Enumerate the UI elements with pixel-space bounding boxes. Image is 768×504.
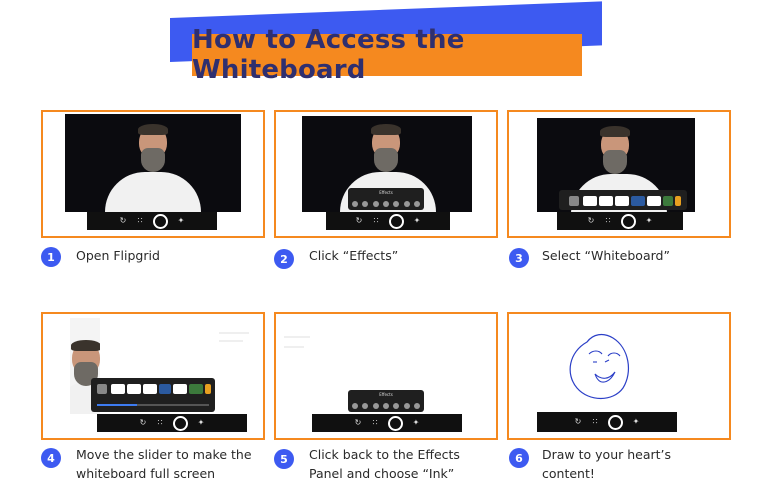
step-1-screenshot: ↻ ∷ ✦ — [41, 110, 265, 238]
record-icon[interactable] — [173, 415, 188, 431]
video-preview — [65, 114, 241, 212]
step-3-number: 3 — [509, 248, 529, 268]
effects-wand-icon[interactable]: ✦ — [645, 217, 653, 225]
grid-icon[interactable]: ∷ — [372, 217, 380, 225]
record-icon[interactable] — [153, 213, 168, 229]
record-icon[interactable] — [388, 415, 403, 431]
step-3-screenshot: ↻ ∷ ✦ — [507, 110, 731, 238]
capture-toolbar: ↻ ∷ ✦ — [87, 212, 217, 230]
step-4-caption: Move the slider to make the whiteboard f… — [76, 447, 252, 481]
step-5-screenshot: Effects ↻ ∷ ✦ — [274, 312, 498, 440]
refresh-icon[interactable]: ↻ — [119, 217, 127, 225]
refresh-icon[interactable]: ↻ — [355, 217, 363, 225]
capture-toolbar: ↻ ∷ ✦ — [326, 212, 450, 230]
capture-toolbar: ↻ ∷ ✦ — [312, 414, 462, 432]
grid-icon[interactable]: ∷ — [604, 217, 612, 225]
step-2-caption: Click “Effects” — [309, 248, 399, 263]
step-2-screenshot: Effects ↻ ∷ ✦ — [274, 110, 498, 238]
record-icon[interactable] — [389, 213, 404, 229]
capture-toolbar: ↻ ∷ ✦ — [537, 412, 677, 432]
step-5-caption: Click back to the Effects Panel and choo… — [309, 447, 460, 481]
page-title: How to Access the Whiteboard — [192, 25, 465, 85]
grid-icon[interactable]: ∷ — [591, 418, 599, 426]
refresh-icon[interactable]: ↻ — [139, 419, 147, 427]
effects-panel: Effects — [348, 188, 424, 210]
effects-wand-icon[interactable]: ✦ — [413, 217, 421, 225]
ink-drawing — [569, 333, 630, 400]
whiteboard-panel — [559, 190, 687, 210]
step-6-caption: Draw to your heart’s content! — [542, 447, 672, 481]
refresh-icon[interactable]: ↻ — [587, 217, 595, 225]
step-1-caption: Open Flipgrid — [76, 248, 160, 263]
title-banner: How to Access the Whiteboard — [192, 25, 582, 85]
effects-panel: Effects — [348, 390, 424, 412]
capture-toolbar: ↻ ∷ ✦ — [557, 212, 683, 230]
record-icon[interactable] — [621, 213, 636, 229]
record-icon[interactable] — [608, 414, 623, 430]
grid-icon[interactable]: ∷ — [156, 419, 164, 427]
refresh-icon[interactable]: ↻ — [354, 419, 362, 427]
grid-icon[interactable]: ∷ — [136, 217, 144, 225]
step-6-screenshot: ↻ ∷ ✦ — [507, 312, 731, 440]
effects-wand-icon[interactable]: ✦ — [177, 217, 185, 225]
step-5-number: 5 — [274, 449, 294, 469]
step-6-number: 6 — [509, 448, 529, 468]
step-2-number: 2 — [274, 249, 294, 269]
grid-icon[interactable]: ∷ — [371, 419, 379, 427]
step-4-screenshot: ↻ ∷ ✦ — [41, 312, 265, 440]
effects-wand-icon[interactable]: ✦ — [197, 419, 205, 427]
step-4-number: 4 — [41, 448, 61, 468]
refresh-icon[interactable]: ↻ — [574, 418, 582, 426]
step-1-number: 1 — [41, 247, 61, 267]
step-3-caption: Select “Whiteboard” — [542, 248, 670, 263]
effects-wand-icon[interactable]: ✦ — [412, 419, 420, 427]
whiteboard-panel — [91, 378, 215, 412]
effects-wand-icon[interactable]: ✦ — [632, 418, 640, 426]
capture-toolbar: ↻ ∷ ✦ — [97, 414, 247, 432]
